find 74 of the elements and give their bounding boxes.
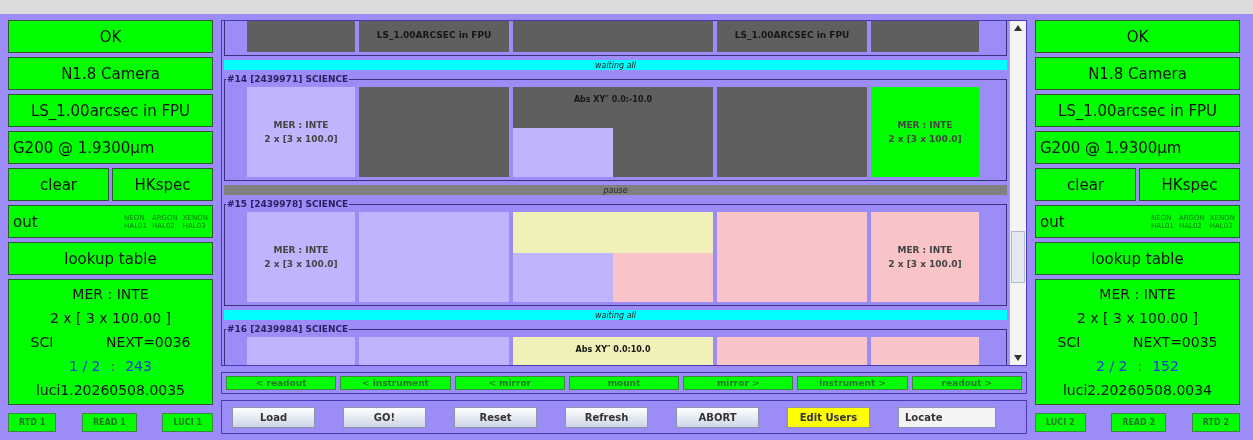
calibration-unit: out [13,212,38,231]
calibration-unit: out [1040,212,1065,231]
mask-display: LS_1.00arcsec in FPU [1035,94,1240,127]
block-title: #16 [2439984] SCIENCE [226,324,350,334]
status-bar: waiting all [224,60,1007,70]
status-display: OK [8,20,213,53]
exposure-mode: MER : INTE [1099,286,1176,302]
grating-display: G200 @ 1.9300µm [1035,131,1240,164]
focus-display: lookup table [8,242,213,275]
camera-display: N1.8 Camera [1035,57,1240,90]
panel-button[interactable]: RTD 2 [1191,413,1240,432]
navigation-button[interactable]: < readout [226,376,337,390]
status-bar: pause [224,185,1007,195]
progress-value: 152 [1152,358,1179,374]
navigation-button[interactable]: mount [568,376,680,390]
cell-text: Abs XY″ 0.0:-10.0 [573,95,653,106]
filter-display: clear [8,168,109,201]
scrollbar[interactable] [1009,21,1026,365]
file-name: luci1.20260508.0035 [35,382,185,398]
progress-count: 1 / 2 [69,358,101,374]
block-title: #15 [2439978] SCIENCE [226,199,350,209]
cell-text: 2 x [3 x 100.0] [264,259,338,269]
action-button[interactable]: Locate [898,406,996,428]
exposure-type: SCI [1057,334,1081,350]
navigation-button[interactable]: mirror > [683,376,794,390]
file-name: luci2.20260508.0034 [1062,382,1212,398]
cell-text: 2 x [3 x 100.0] [264,134,338,144]
scroll-down-icon[interactable] [1014,355,1022,361]
status-display: OK [1035,20,1240,53]
action-button[interactable]: Load [232,406,315,428]
cell-text: MER : INTE [897,245,953,255]
exposure-type: SCI [30,334,54,350]
action-button[interactable]: Reset [454,406,537,428]
cell-text: MER : INTE [273,245,329,255]
action-button[interactable]: Edit Users [787,406,870,428]
navigation-button[interactable]: < instrument [340,376,451,390]
navigation-button[interactable]: < mirror [454,376,565,390]
exposure-repeat: 2 x [ 3 x 100.00 ] [1077,310,1198,326]
scroll-thumb[interactable] [1011,231,1025,283]
scroll-up-icon[interactable] [1014,25,1022,31]
cell-text: 2 x [3 x 100.0] [888,134,962,144]
exposure-repeat: 2 x [ 3 x 100.00 ] [50,310,171,326]
navigation-button[interactable]: instrument > [797,376,908,390]
panel-button[interactable]: RTD 1 [8,413,57,432]
panel-button[interactable]: READ 1 [81,413,137,432]
cell-text: Abs XY″ 0.0:10.0 [575,345,651,356]
panel-button[interactable]: LUCI 2 [1035,413,1086,432]
cell-text: LS_1.00ARCSEC in FPU [734,30,850,40]
cell-text: MER : INTE [897,120,953,130]
action-button[interactable]: ABORT [676,406,759,428]
filter-display: clear [1035,168,1136,201]
panel-button[interactable]: LUCI 1 [162,413,213,432]
exposure-mode: MER : INTE [72,286,149,302]
next-number: NEXT=0036 [105,334,191,350]
progress-separator: : [110,358,116,374]
camera-display: N1.8 Camera [8,57,213,90]
grating-display: G200 @ 1.9300µm [8,131,213,164]
cell-text: 2 x [3 x 100.0] [888,259,962,269]
action-button[interactable]: GO! [343,406,426,428]
progress-value: 243 [125,358,152,374]
filter-display: HKspec [1139,168,1240,201]
block-title: #14 [2439971] SCIENCE [226,74,350,84]
filter-display: HKspec [112,168,213,201]
mask-display: LS_1.00arcsec in FPU [8,94,213,127]
focus-display: lookup table [1035,242,1240,275]
navigation-button[interactable]: readout > [911,376,1022,390]
progress-count: 2 / 2 [1096,358,1128,374]
cell-text: MER : INTE [273,120,329,130]
next-number: NEXT=0035 [1132,334,1218,350]
panel-button[interactable]: READ 2 [1111,413,1167,432]
status-bar: waiting all [224,310,1007,320]
progress-separator: : [1137,358,1143,374]
action-button[interactable]: Refresh [565,406,648,428]
cell-text: LS_1.00ARCSEC in FPU [376,30,492,40]
